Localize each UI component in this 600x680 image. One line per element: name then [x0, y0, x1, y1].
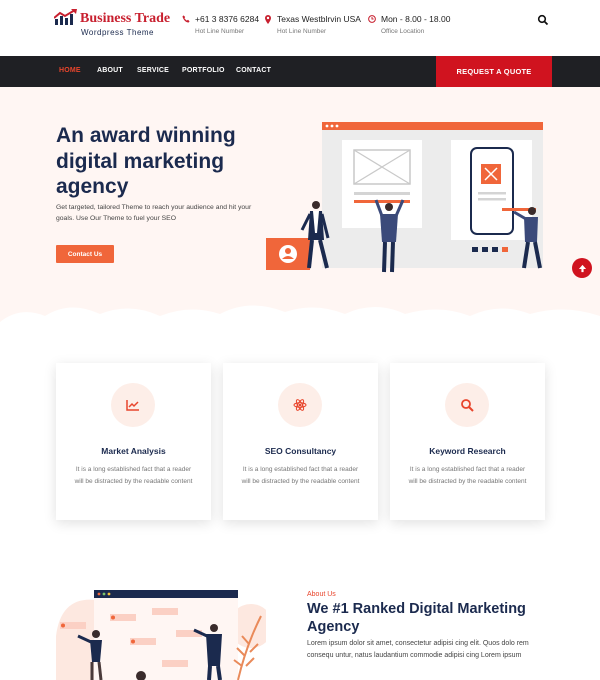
scroll-top-button[interactable] [572, 258, 592, 278]
location-label: Hot Line Number [277, 28, 327, 35]
contact-us-button[interactable]: Contact Us [56, 245, 114, 263]
service-title: SEO Consultancy [264, 446, 337, 456]
hours-text: Mon - 8.00 - 18.00 [381, 14, 451, 24]
nav-contact[interactable]: CONTACT [236, 67, 271, 74]
service-icon-circle [111, 383, 155, 427]
service-card-keyword-research[interactable]: Keyword Research It is a long establishe… [390, 363, 545, 520]
location-info: Texas Westblrvin USA Hot Line Number [264, 14, 361, 35]
header-top-bar: Business Trade Wordpress Theme +61 3 837… [0, 0, 600, 56]
about-section-label: About Us [307, 591, 336, 598]
site-logo[interactable]: Business Trade Wordpress Theme [54, 9, 174, 39]
service-icon-circle [278, 383, 322, 427]
phone-number[interactable]: +61 3 8376 6284 [195, 14, 259, 24]
clock-icon [368, 15, 376, 23]
hero-illustration [266, 122, 543, 273]
nav-about[interactable]: ABOUT [97, 67, 123, 74]
logo-subtitle: Wordpress Theme [81, 28, 155, 37]
service-description: It is a long established fact that a rea… [408, 466, 527, 486]
about-description: Lorem ipsum dolor sit amet, consectetur … [307, 640, 529, 659]
search-icon [461, 399, 474, 412]
phone-info: +61 3 8376 6284 Hot Line Number [182, 14, 259, 35]
service-icon-circle [445, 383, 489, 427]
logo-title: Business Trade [80, 11, 171, 26]
hours-label: Office Location [381, 28, 425, 35]
logo-chart-icon [54, 9, 77, 25]
phone-icon [182, 15, 190, 23]
service-description: It is a long established fact that a rea… [241, 466, 360, 486]
service-title: Keyword Research [429, 446, 506, 456]
nav-portfolio[interactable]: PORTFOLIO [182, 67, 225, 74]
nav-home[interactable]: HOME [59, 67, 81, 74]
service-card-market-analysis[interactable]: Market Analysis It is a long established… [56, 363, 211, 520]
about-illustration [56, 590, 266, 680]
cloud-divider [0, 305, 600, 337]
main-navigation: HOME ABOUT SERVICE PORTFOLIO CONTACT REQ… [0, 56, 600, 87]
phone-label: Hot Line Number [195, 28, 245, 35]
request-quote-button[interactable]: REQUEST A QUOTE [436, 56, 552, 87]
atom-icon [293, 399, 307, 411]
hero-description: Get targeted, tailored Theme to reach yo… [56, 204, 252, 222]
about-title: We #1 Ranked Digital Marketing Agency [307, 601, 526, 635]
location-pin-icon [265, 14, 271, 24]
arrow-up-icon [578, 264, 586, 272]
service-title: Market Analysis [101, 446, 166, 456]
chart-line-icon [126, 400, 139, 411]
service-card-seo-consultancy[interactable]: SEO Consultancy It is a long established… [223, 363, 378, 520]
search-icon[interactable] [537, 14, 549, 26]
hours-info: Mon - 8.00 - 18.00 Office Location [368, 14, 450, 35]
service-description: It is a long established fact that a rea… [74, 466, 193, 486]
hero-title: An award winning digital marketing agenc… [56, 124, 236, 198]
nav-service[interactable]: SERVICE [137, 67, 169, 74]
location-text: Texas Westblrvin USA [277, 14, 361, 24]
